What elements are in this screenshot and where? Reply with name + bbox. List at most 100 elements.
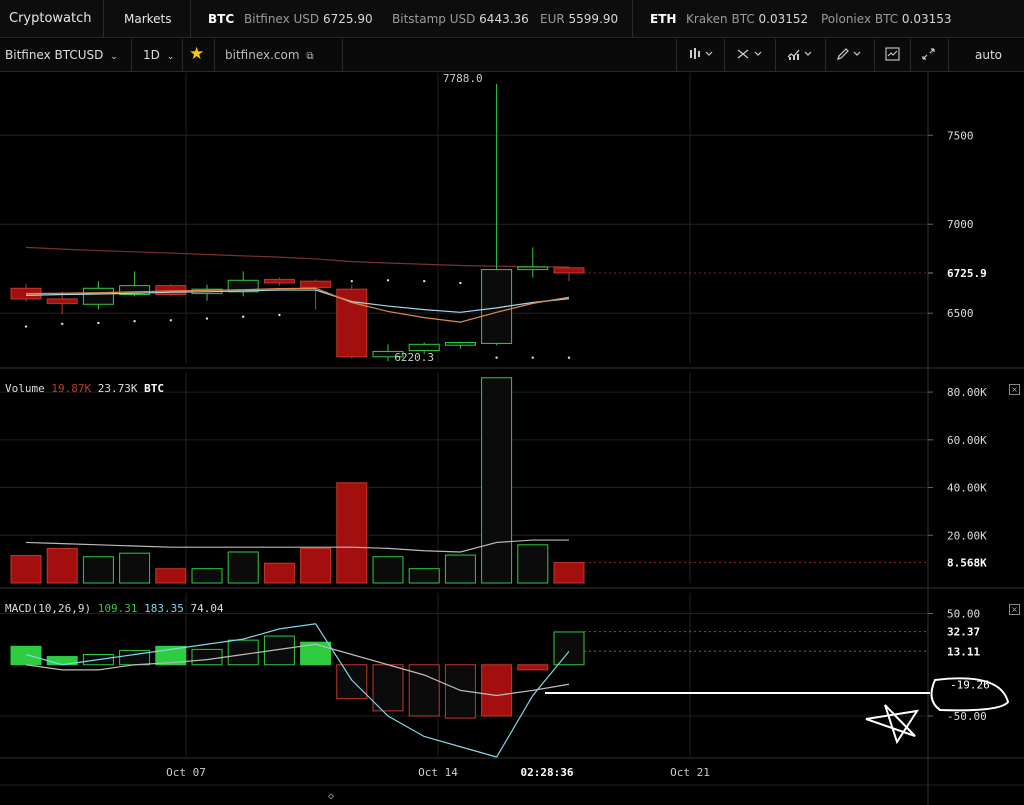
sar-dot (61, 322, 64, 326)
ticker-label: Poloniex BTC (821, 12, 899, 26)
crosshair-time-label: 02:28:36 (521, 766, 574, 779)
time-axis-label: Oct 07 (166, 766, 206, 779)
volume-bar (119, 552, 151, 584)
external-link-icon: ⧉ (306, 51, 314, 62)
ticker-kraken-btc[interactable]: Kraken BTC 0.03152 (686, 12, 808, 26)
price-axis-label: 7000 (947, 218, 974, 231)
candle-body (82, 287, 114, 305)
ticker-label: Kraken BTC (686, 12, 755, 26)
indicators-glyph (787, 49, 812, 60)
ticker-label: EUR (540, 12, 565, 26)
sar-dot (386, 279, 390, 282)
volume-axis-label: 40.00K (947, 482, 987, 495)
chart-type-icon[interactable] (688, 47, 716, 64)
macd-value-blue: 183.35 (144, 602, 184, 615)
volume-axis-label: 20.00K (947, 529, 987, 542)
sar-dot (459, 281, 462, 285)
low-price-label: 6220.3 (394, 351, 434, 364)
crosshair-glyph (737, 49, 762, 59)
star-icon[interactable]: ★ (189, 44, 204, 64)
screenshot-glyph (885, 47, 900, 61)
sar-dot (205, 317, 209, 320)
macd-histogram-bar (336, 664, 368, 700)
sar-dot (278, 313, 281, 317)
macd-histogram-bar (191, 648, 223, 666)
candle-body (263, 278, 295, 284)
draw-icon[interactable] (836, 47, 864, 64)
close-macd-pane-icon[interactable]: × (1009, 604, 1020, 615)
volume-bar (517, 544, 549, 584)
chart-area[interactable]: 7500 7000 6500 6725.9 7788.0 6220.3 80.00K 60.0… (0, 72, 1024, 805)
sar-dot (24, 325, 28, 328)
volume-bar (408, 568, 440, 584)
eth-symbol[interactable]: ETH (650, 12, 676, 26)
period-selector[interactable]: 1D ⌄ (143, 48, 174, 62)
screenshot-icon[interactable] (885, 47, 901, 64)
market-label: Bitfinex BTCUSD (5, 48, 104, 62)
last-price-label: 6725.9 (947, 267, 987, 280)
scroll-handle-icon[interactable]: ◇ (328, 791, 334, 802)
chevron-down-icon: ⌄ (166, 52, 175, 62)
divider (342, 39, 343, 71)
period-label: 1D (143, 48, 160, 62)
macd-axis-label: -50.00 (947, 710, 987, 723)
price-axis-label: 6500 (947, 307, 974, 320)
divider (948, 39, 949, 71)
indicators-icon[interactable] (787, 47, 815, 64)
ticker-value: 6443.36 (479, 12, 529, 26)
divider (190, 0, 191, 37)
candle-body (336, 288, 368, 358)
volume-bar (300, 547, 332, 584)
market-selector[interactable]: Bitfinex BTCUSD ⌄ (5, 48, 118, 62)
ticker-value: 0.03153 (901, 12, 952, 26)
volume-value-white: 23.73K (97, 382, 138, 395)
exchange-link-label: bitfinex.com (225, 48, 300, 62)
price-ma-red-line (25, 246, 570, 268)
macd-hist-label: -19.26 (950, 678, 990, 691)
fullscreen-icon[interactable] (921, 47, 937, 64)
macd-histogram-bar (372, 664, 404, 712)
divider (676, 39, 677, 71)
macd-value-label: 32.37 (947, 626, 980, 639)
crosshair-icon[interactable] (737, 47, 765, 64)
ticker-poloniex-btc[interactable]: Poloniex BTC 0.03153 (821, 12, 952, 26)
macd-histogram-bar (10, 645, 42, 666)
volume-bar (227, 551, 259, 584)
divider (724, 39, 725, 71)
macd-signal-label: 13.11 (947, 645, 980, 658)
ticker-eur[interactable]: EUR 5599.90 (540, 12, 618, 26)
macd-histogram-bar (481, 664, 513, 717)
chevron-down-icon: ⌄ (110, 52, 118, 62)
auto-scale-toggle[interactable]: auto (975, 48, 1002, 62)
volume-bar (336, 482, 368, 584)
divider (874, 39, 875, 71)
ticker-bitfinex-usd[interactable]: Bitfinex USD 6725.90 (244, 12, 373, 26)
volume-title: Volume (5, 382, 45, 395)
markets-link[interactable]: Markets (124, 12, 172, 26)
sar-dot (495, 356, 498, 359)
candle-body (444, 342, 476, 346)
divider (182, 39, 183, 71)
divider (632, 0, 633, 37)
last-volume-label: 8.568K (947, 557, 987, 570)
time-axis-label: Oct 14 (418, 766, 458, 779)
volume-bar (263, 562, 295, 584)
volume-bar (553, 562, 585, 584)
divider (214, 39, 215, 71)
exchange-link[interactable]: bitfinex.com ⧉ (225, 48, 314, 62)
volume-bar (155, 568, 187, 584)
ticker-label: Bitstamp USD (392, 12, 476, 26)
macd-histogram-bar (517, 664, 549, 671)
volume-axis-label: 80.00K (947, 386, 987, 399)
ticker-bitstamp-usd[interactable]: Bitstamp USD 6443.36 (392, 12, 529, 26)
brand-logo[interactable]: Cryptowatch (9, 11, 92, 26)
close-volume-pane-icon[interactable]: × (1009, 384, 1020, 395)
candle-body (517, 266, 549, 271)
volume-axis-label: 60.00K (947, 434, 987, 447)
time-axis-label: Oct 21 (670, 766, 710, 779)
sar-dot (423, 279, 426, 283)
btc-symbol[interactable]: BTC (208, 12, 234, 26)
volume-value-red: 19.87K (51, 382, 92, 395)
divider (910, 39, 911, 71)
sar-dot (242, 315, 245, 318)
